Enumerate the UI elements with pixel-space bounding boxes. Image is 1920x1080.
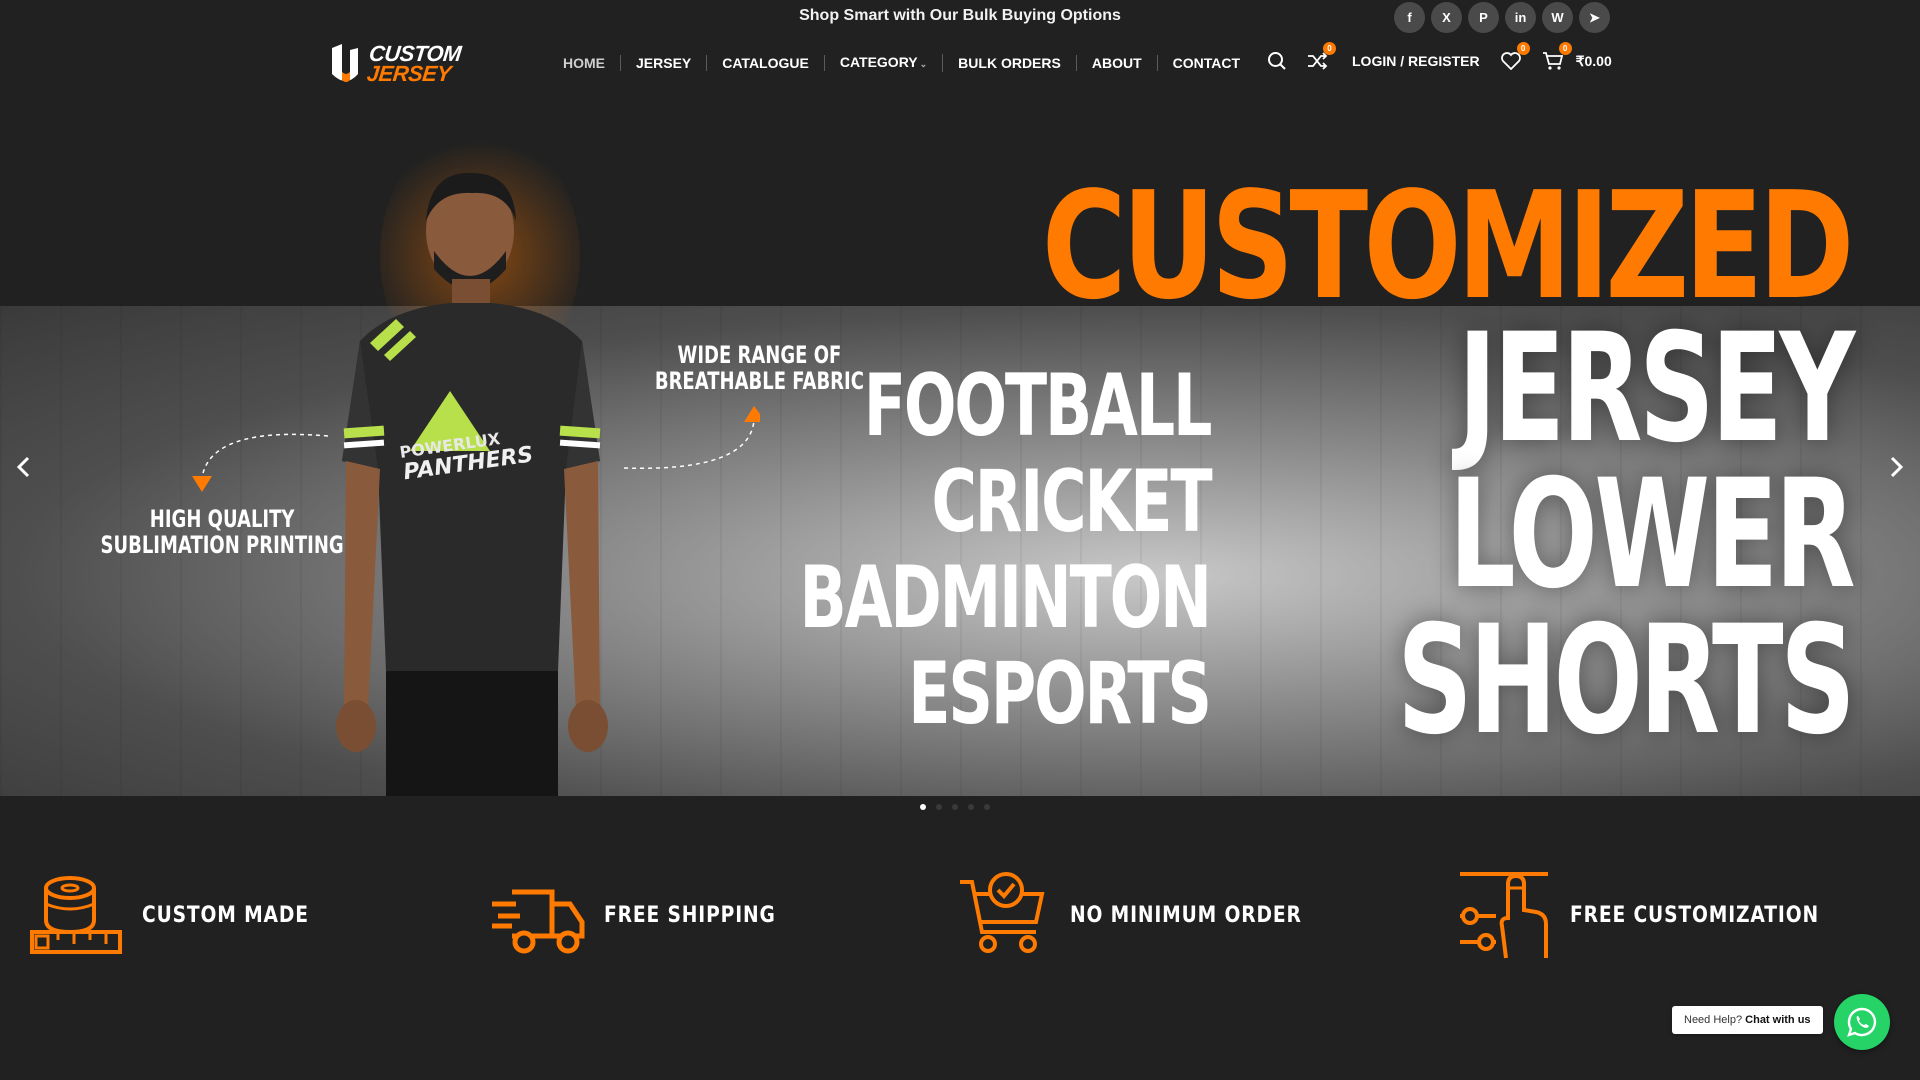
wishlist-count-badge: 0	[1516, 42, 1530, 55]
callout-fabric-line-1: WIDE RANGE OF	[677, 341, 842, 369]
feature-no-minimum-order: NO MINIMUM ORDER	[956, 870, 1343, 960]
top-bar: Shop Smart with Our Bulk Buying Options …	[0, 0, 1920, 33]
delivery-truck-icon	[492, 889, 585, 954]
product-jersey: JERSEY	[1457, 302, 1856, 476]
chevron-down-icon: ⌄	[919, 59, 928, 69]
help-action: Chat with us	[1745, 1014, 1811, 1026]
cart-button[interactable]: 0	[1540, 42, 1572, 74]
hero-headline: CUSTOMIZED	[1042, 160, 1855, 332]
feature-label-free-shipping: FREE SHIPPING	[604, 902, 776, 928]
wishlist-button[interactable]: 0	[1498, 42, 1530, 74]
login-register-link[interactable]: LOGIN / REGISTER	[1352, 53, 1480, 69]
whatsapp-chat-button[interactable]	[1834, 994, 1890, 1050]
feature-free-customization: FREE CUSTOMIZATION	[1456, 870, 1863, 960]
facebook-icon[interactable]: f	[1394, 2, 1425, 33]
need-help-tooltip[interactable]: Need Help? Chat with us	[1672, 1006, 1823, 1034]
chevron-left-icon	[16, 456, 30, 478]
hero-slider: CUSTOMIZED JERSEY LOWER SHORTS FOOTBALL …	[0, 96, 1920, 810]
nav-category-label: CATEGORY	[839, 54, 918, 70]
search-button[interactable]	[1264, 48, 1290, 74]
nav-category[interactable]: CATEGORY ⌄	[825, 54, 944, 72]
header-tools: 0 LOGIN / REGISTER 0 0 ₹0.00	[1264, 42, 1612, 74]
callout-print-line-1: HIGH QUALITY	[149, 505, 295, 533]
dashed-arrow-fabric	[623, 406, 760, 470]
nav-bulk-orders[interactable]: BULK ORDERS	[943, 55, 1077, 71]
callout-breathable-fabric: WIDE RANGE OF BREATHABLE FABRIC	[655, 342, 864, 394]
sport-esports: ESPORTS	[908, 644, 1212, 744]
slider-dot-3[interactable]	[952, 804, 958, 810]
cart-total[interactable]: ₹0.00	[1576, 53, 1612, 70]
slider-dot-1[interactable]	[920, 804, 926, 810]
slider-dots	[920, 804, 990, 810]
x-twitter-icon[interactable]: X	[1431, 2, 1462, 33]
nav-about[interactable]: ABOUT	[1077, 55, 1158, 71]
promo-text: Shop Smart with Our Bulk Buying Options	[799, 7, 1121, 24]
pinterest-icon[interactable]: P	[1468, 2, 1499, 33]
social-links: f X P in W ➤	[1394, 2, 1610, 33]
compare-count-badge: 0	[1323, 42, 1336, 55]
site-logo[interactable]: CUSTOM JERSEY	[328, 41, 463, 86]
whatsapp-icon[interactable]: W	[1542, 2, 1573, 33]
feature-free-shipping: FREE SHIPPING	[490, 870, 806, 960]
nav-jersey[interactable]: JERSEY	[621, 55, 708, 71]
linkedin-icon[interactable]: in	[1505, 2, 1536, 33]
features-row: CUSTOM MADE FREE SHIPPING NO MINIMUM ORD…	[0, 870, 1920, 970]
sport-football: FOOTBALL	[863, 356, 1212, 456]
dashed-arrow-print	[192, 433, 329, 492]
cart-count-badge: 0	[1558, 42, 1572, 55]
callout-print-line-2: SUBLIMATION PRINTING	[100, 531, 344, 559]
sport-cricket: CRICKET	[931, 452, 1212, 552]
slider-dot-2[interactable]	[936, 804, 942, 810]
compare-shuffle-icon	[1308, 52, 1328, 70]
nav-home[interactable]: HOME	[548, 55, 621, 71]
slider-dot-4[interactable]	[968, 804, 974, 810]
cart-icon	[1542, 52, 1563, 70]
product-shorts: SHORTS	[1396, 594, 1856, 768]
telegram-icon[interactable]: ➤	[1579, 2, 1610, 33]
logo-shield-icon	[332, 44, 358, 82]
hero-products: JERSEY LOWER SHORTS	[1202, 302, 1856, 768]
measuring-tape-icon	[30, 876, 122, 954]
compare-button[interactable]: 0	[1304, 42, 1336, 74]
product-lower: LOWER	[1448, 448, 1856, 622]
whatsapp-icon	[1847, 1007, 1877, 1037]
hand-sliders-icon	[1460, 872, 1548, 959]
search-icon	[1268, 52, 1286, 70]
shopping-cart-check-icon	[960, 872, 1045, 953]
feature-label-free-customization: FREE CUSTOMIZATION	[1570, 902, 1819, 928]
help-prefix: Need Help?	[1684, 1014, 1743, 1026]
slider-prev-button[interactable]	[8, 452, 38, 482]
nav-catalogue[interactable]: CATALOGUE	[707, 55, 825, 71]
site-header: CUSTOM JERSEY HOME JERSEY CATALOGUE CATE…	[0, 32, 1920, 96]
heart-icon	[1500, 52, 1521, 70]
callout-sublimation-printing: HIGH QUALITY SUBLIMATION PRINTING	[101, 506, 344, 558]
logo-line-2: JERSEY	[365, 61, 453, 86]
feature-label-custom-made: CUSTOM MADE	[142, 902, 309, 928]
slider-dot-5[interactable]	[984, 804, 990, 810]
callout-fabric-line-2: BREATHABLE FABRIC	[654, 367, 864, 395]
main-nav: HOME JERSEY CATALOGUE CATEGORY ⌄ BULK ORD…	[548, 54, 1255, 72]
chevron-right-icon	[1890, 456, 1904, 478]
sport-badminton: BADMINTON	[799, 548, 1212, 648]
slider-next-button[interactable]	[1882, 452, 1912, 482]
logo-text: CUSTOM JERSEY	[365, 41, 463, 86]
feature-custom-made: CUSTOM MADE	[28, 870, 338, 960]
feature-label-no-minimum-order: NO MINIMUM ORDER	[1070, 902, 1302, 928]
nav-contact[interactable]: CONTACT	[1158, 55, 1255, 71]
